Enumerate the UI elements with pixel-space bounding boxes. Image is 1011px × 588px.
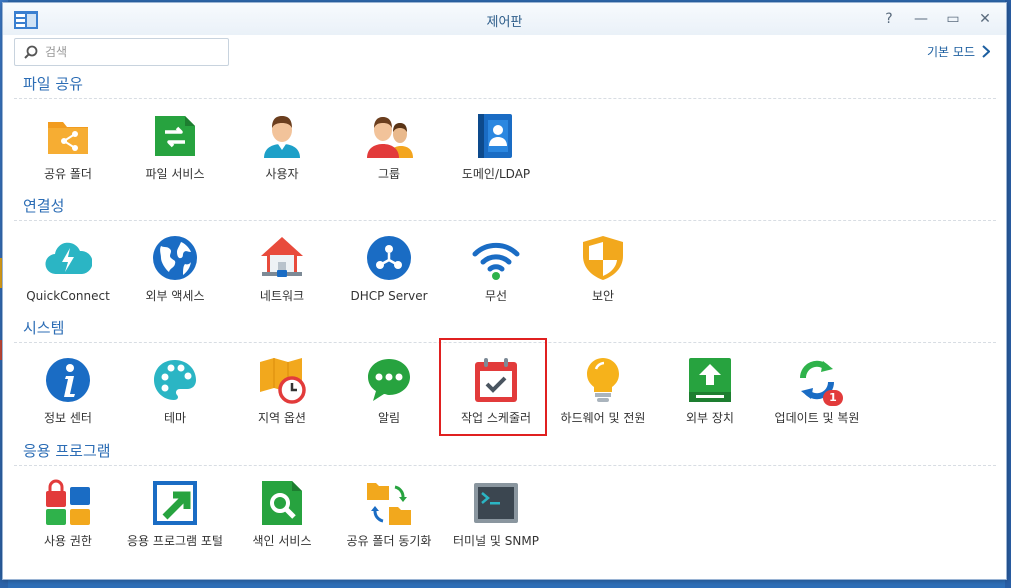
section-title-applications: 응용 프로그램 [23, 442, 111, 460]
minimize-button[interactable]: — [910, 9, 932, 29]
application-portal-icon [153, 481, 197, 525]
external-devices-icon [689, 358, 731, 402]
update-restore-item[interactable]: 1 업데이트 및 복원 [763, 356, 871, 426]
help-button[interactable]: ? [878, 9, 900, 29]
hardware-power-item[interactable]: 하드웨어 및 전원 [549, 356, 657, 426]
item-label: 외부 액세스 [145, 289, 205, 303]
item-label: 도메인/LDAP [461, 167, 531, 181]
external-devices-item[interactable]: 외부 장치 [656, 356, 764, 426]
close-button[interactable]: ✕ [974, 9, 996, 29]
indexing-service-icon [262, 481, 302, 525]
chevron-right-icon [982, 45, 990, 58]
window-title: 제어판 [486, 15, 523, 30]
terminal-snmp-item[interactable]: 터미널 및 SNMP [442, 479, 550, 549]
item-label: 정보 센터 [44, 411, 92, 425]
dhcp-server-item[interactable]: DHCP Server [335, 234, 443, 304]
item-label: 터미널 및 SNMP [453, 534, 539, 548]
group-item[interactable]: 그룹 [335, 112, 443, 182]
item-label: 색인 서비스 [252, 534, 312, 548]
search-box[interactable] [14, 38, 229, 66]
info-center-icon [46, 358, 90, 402]
item-label: 네트워크 [259, 289, 305, 303]
task-scheduler-highlight-box [439, 338, 547, 436]
item-label: 무선 [484, 289, 508, 303]
domain-ldap-item[interactable]: 도메인/LDAP [442, 112, 550, 182]
shared-folder-sync-icon [367, 483, 411, 525]
terminal-snmp-icon [474, 483, 518, 523]
info-center-item[interactable]: 정보 센터 [14, 356, 122, 426]
privileges-item[interactable]: 사용 권한 [14, 479, 122, 549]
item-label: 공유 폴더 동기화 [346, 534, 432, 548]
item-label: 공유 폴더 [44, 167, 92, 181]
item-label: 사용 권한 [44, 534, 92, 548]
dhcp-server-icon [367, 236, 411, 280]
shared-folder-icon [48, 122, 88, 154]
shared-folder-item[interactable]: 공유 폴더 [14, 112, 122, 182]
search-input[interactable] [43, 42, 225, 62]
item-label: 그룹 [377, 167, 401, 181]
security-shield-icon [583, 236, 623, 280]
user-icon [264, 116, 300, 158]
section-divider [14, 465, 996, 466]
update-count-badge: 1 [823, 390, 843, 406]
file-services-item[interactable]: 파일 서비스 [121, 112, 229, 182]
item-label: 외부 장치 [686, 411, 734, 425]
item-label: 파일 서비스 [145, 167, 205, 181]
section-title-system: 시스템 [23, 319, 65, 337]
notification-icon [368, 359, 410, 401]
quickconnect-item[interactable]: QuickConnect [14, 234, 122, 304]
section-divider [14, 220, 996, 221]
notification-item[interactable]: 알림 [335, 356, 443, 426]
item-label: 테마 [163, 411, 187, 425]
theme-item[interactable]: 테마 [121, 356, 229, 426]
item-label: QuickConnect [26, 289, 110, 303]
security-item[interactable]: 보안 [549, 234, 657, 304]
user-item[interactable]: 사용자 [228, 112, 336, 182]
item-label: 응용 프로그램 포털 [127, 534, 223, 548]
search-icon [24, 45, 38, 59]
privileges-icon [46, 479, 90, 525]
quickconnect-icon [45, 242, 92, 275]
item-label: 보안 [591, 289, 615, 303]
item-label: 알림 [377, 411, 401, 425]
network-item[interactable]: 네트워크 [228, 234, 336, 304]
wireless-icon [472, 242, 520, 280]
item-label: DHCP Server [350, 289, 428, 303]
regional-options-icon [260, 358, 306, 404]
title-bar[interactable]: 제어판 ? — ▭ ✕ [3, 3, 1006, 35]
external-access-item[interactable]: 외부 액세스 [121, 234, 229, 304]
regional-options-item[interactable]: 지역 옵션 [228, 356, 336, 426]
basic-mode-label: 기본 모드 [927, 45, 975, 59]
external-access-icon [153, 236, 197, 280]
hardware-power-icon [587, 358, 619, 402]
domain-ldap-icon [478, 114, 512, 158]
maximize-button[interactable]: ▭ [942, 9, 964, 29]
section-title-connectivity: 연결성 [23, 197, 65, 215]
indexing-service-item[interactable]: 색인 서비스 [228, 479, 336, 549]
file-services-icon [155, 116, 195, 156]
shared-folder-sync-item[interactable]: 공유 폴더 동기화 [335, 479, 443, 549]
item-label: 하드웨어 및 전원 [560, 411, 646, 425]
item-label: 사용자 [265, 167, 299, 181]
application-portal-item[interactable]: 응용 프로그램 포털 [121, 479, 229, 549]
wireless-item[interactable]: 무선 [442, 234, 550, 304]
item-label: 업데이트 및 복원 [774, 411, 860, 425]
section-title-file-sharing: 파일 공유 [23, 75, 83, 93]
control-panel-window: 제어판 ? — ▭ ✕ 기본 모드 파일 공유 공유 폴더 파일 서비스 사용자… [2, 2, 1007, 580]
basic-mode-link[interactable]: 기본 모드 [927, 43, 990, 60]
network-icon [261, 237, 303, 277]
group-icon [367, 117, 413, 158]
section-divider [14, 98, 996, 99]
theme-palette-icon [154, 360, 196, 400]
item-label: 지역 옵션 [258, 411, 306, 425]
